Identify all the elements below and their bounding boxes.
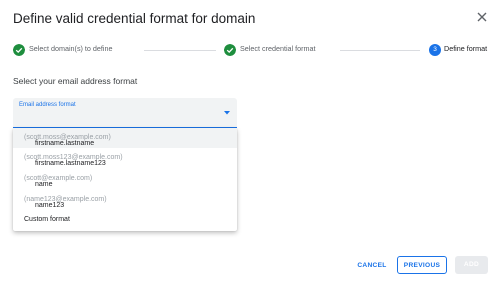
option-name: name123 (35, 202, 65, 209)
option-name: firstname.lastname (35, 140, 95, 147)
option-name: firstname.lastname123 (35, 160, 106, 167)
check-circle-icon (13, 44, 25, 56)
credential-format-dialog: Define valid credential format for domai… (0, 0, 500, 284)
option-name[interactable]: name (scott@example.com) (13, 169, 237, 189)
add-button[interactable]: ADD (455, 256, 488, 274)
step-2-label: Select credential format (240, 44, 316, 53)
step-1-label: Select domain(s) to define (29, 44, 113, 53)
close-icon[interactable] (475, 10, 489, 24)
option-name: name (35, 181, 53, 188)
option-firstname-lastname123[interactable]: firstname.lastname123 (scott.moss123@exa… (13, 148, 237, 168)
option-custom-format[interactable]: Custom format (13, 210, 237, 230)
option-firstname-lastname[interactable]: firstname.lastname (scott.moss@example.c… (13, 128, 237, 148)
dialog-title: Define valid credential format for domai… (13, 11, 256, 26)
step-3-label: Define format (444, 44, 488, 53)
format-options-menu: firstname.lastname (scott.moss@example.c… (13, 128, 237, 231)
section-heading: Select your email address format (13, 76, 138, 86)
step-3-number-badge: 3 (429, 44, 441, 56)
previous-button[interactable]: PREVIOUS (397, 256, 447, 274)
option-name: Custom format (24, 216, 70, 223)
step-3-number: 3 (433, 46, 437, 53)
option-name123[interactable]: name123 (name123@example.com) (13, 190, 237, 210)
cancel-button[interactable]: CANCEL (353, 259, 391, 273)
check-circle-icon (224, 44, 236, 56)
stepper: Select domain(s) to define Select creden… (0, 42, 500, 58)
step-connector (340, 49, 420, 51)
email-format-select[interactable]: Email address format (13, 98, 237, 129)
arrow-drop-down-icon (224, 111, 230, 115)
select-label: Email address format (19, 102, 76, 108)
step-connector (144, 49, 216, 51)
